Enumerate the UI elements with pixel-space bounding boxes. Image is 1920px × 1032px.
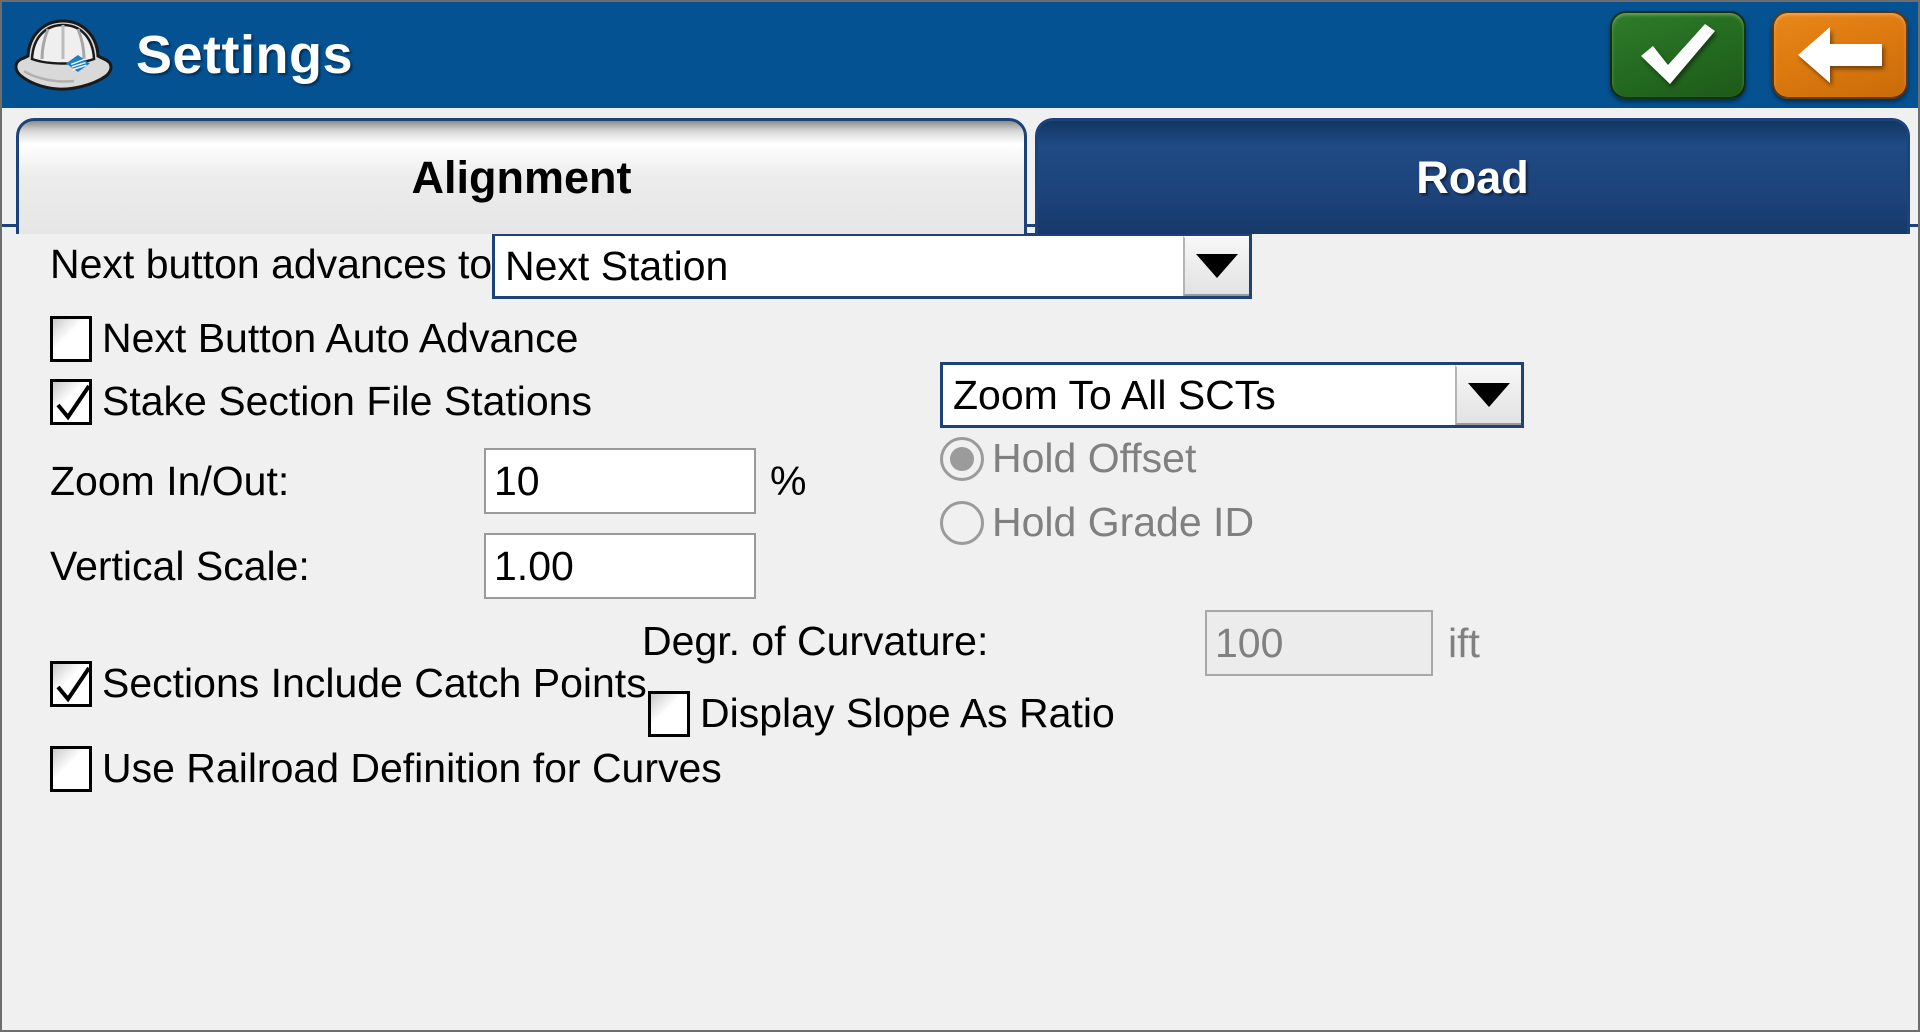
degree-of-curvature-input: 100 — [1205, 610, 1433, 676]
checkbox-stake-section-file-stations-label: Stake Section File Stations — [102, 378, 592, 424]
title-bar: Settings — [2, 2, 1918, 108]
radio-hold-grade-id-label: Hold Grade ID — [992, 499, 1255, 545]
tab-road-label: Road — [1416, 151, 1529, 203]
tab-alignment-label: Alignment — [411, 151, 632, 203]
checkbox-display-slope-as-ratio-label: Display Slope As Ratio — [700, 690, 1115, 736]
checkbox-box — [50, 745, 92, 792]
zoom-mode-dropdown[interactable]: Zoom To All SCTs — [940, 362, 1524, 428]
degree-of-curvature-label: Degr. of Curvature: — [642, 618, 989, 664]
degree-of-curvature-unit: ift — [1448, 620, 1480, 666]
checkbox-box — [648, 690, 690, 737]
radio-hold-offset[interactable]: Hold Offset — [940, 435, 1196, 482]
checkbox-box — [50, 378, 92, 425]
chevron-down-icon — [1196, 254, 1238, 278]
checkbox-next-button-auto-advance-label: Next Button Auto Advance — [102, 315, 579, 361]
next-button-advances-dropdown[interactable]: Next Station — [492, 233, 1252, 299]
radio-circle — [940, 436, 984, 481]
checkbox-sections-include-catch-points[interactable]: Sections Include Catch Points — [50, 660, 647, 707]
vertical-scale-input[interactable]: 1.00 — [484, 533, 756, 599]
next-button-advances-arrow[interactable] — [1183, 236, 1249, 296]
chevron-down-icon — [1468, 383, 1510, 407]
vertical-scale-label: Vertical Scale: — [50, 543, 310, 589]
settings-panel: Next button advances to: Next Station Ne… — [2, 224, 1918, 1030]
checkbox-next-button-auto-advance[interactable]: Next Button Auto Advance — [50, 315, 578, 362]
radio-hold-offset-label: Hold Offset — [992, 435, 1197, 481]
zoom-in-out-input[interactable]: 10 — [484, 448, 756, 514]
checkmark-icon — [56, 666, 91, 702]
tab-alignment[interactable]: Alignment — [16, 118, 1027, 234]
back-arrow-icon — [1798, 27, 1882, 83]
back-button[interactable] — [1772, 11, 1908, 99]
checkbox-box — [50, 660, 92, 707]
checkbox-sections-include-catch-points-label: Sections Include Catch Points — [102, 660, 647, 706]
zoom-mode-value[interactable]: Zoom To All SCTs — [943, 365, 1455, 425]
page-title: Settings — [136, 25, 354, 85]
zoom-mode-arrow[interactable] — [1455, 365, 1521, 425]
zoom-in-out-unit: % — [770, 458, 807, 504]
checkmark-icon — [1641, 24, 1715, 84]
radio-hold-grade-id[interactable]: Hold Grade ID — [940, 499, 1254, 546]
title-actions — [1610, 11, 1908, 99]
settings-window: Settings Alignment Road Next button adva… — [0, 0, 1920, 1032]
radio-dot — [950, 446, 974, 471]
checkbox-box — [50, 315, 92, 362]
checkbox-use-railroad-definition[interactable]: Use Railroad Definition for Curves — [50, 745, 722, 792]
next-button-advances-label: Next button advances to: — [50, 241, 504, 287]
zoom-in-out-label: Zoom In/Out: — [50, 458, 290, 504]
tab-strip: Alignment Road — [2, 110, 1918, 234]
accept-button[interactable] — [1610, 11, 1746, 99]
hard-hat-icon — [14, 19, 113, 91]
checkbox-stake-section-file-stations[interactable]: Stake Section File Stations — [50, 378, 592, 425]
tab-road[interactable]: Road — [1035, 118, 1910, 234]
checkmark-icon — [56, 384, 91, 420]
checkbox-use-railroad-definition-label: Use Railroad Definition for Curves — [102, 745, 722, 791]
checkbox-display-slope-as-ratio[interactable]: Display Slope As Ratio — [648, 690, 1115, 737]
radio-circle — [940, 500, 984, 545]
next-button-advances-value[interactable]: Next Station — [495, 236, 1183, 296]
